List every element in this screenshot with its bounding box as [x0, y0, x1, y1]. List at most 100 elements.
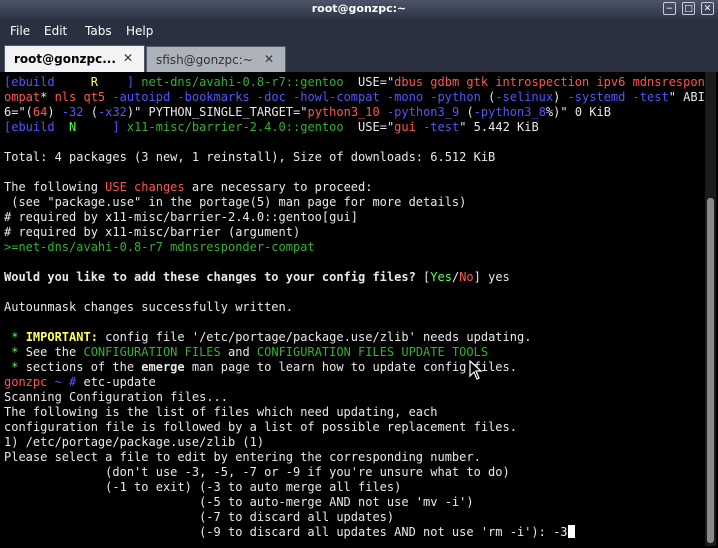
terminal-text: 1) /etc/portage/package.use/zlib (1): [4, 435, 265, 449]
terminal-text: See the: [25, 345, 84, 359]
terminal-text: The following: [4, 180, 106, 194]
terminal-text: python3_10: [307, 105, 380, 119]
terminal-line: # required by x11-misc/barrier-2.4.0::ge…: [4, 210, 705, 225]
terminal-text: man page to learn how to update config f…: [184, 360, 517, 374]
terminal-text: and: [220, 345, 257, 359]
terminal-text: -autoipd -bookmarks -doc -howl-compat -m…: [105, 90, 489, 104]
menu-bar: File Edit Tabs Help: [0, 19, 718, 43]
minimize-button[interactable]: −: [663, 2, 676, 15]
terminal-text: ompat: [4, 90, 41, 104]
terminal-text: ]: [76, 120, 127, 134]
terminal-text: # required by x11-misc/barrier-2.4.0::ge…: [4, 210, 359, 224]
tab-root-close-icon[interactable]: ✕: [123, 51, 133, 65]
terminal-text: (: [90, 105, 98, 119]
terminal-text: -python3_9: [379, 105, 467, 119]
terminal-line: >=net-dns/avahi-0.8-r7 mdnsresponder-com…: [4, 240, 705, 255]
terminal-text: ): [47, 105, 62, 119]
text-cursor: [567, 525, 575, 538]
terminal-output[interactable]: [ebuild R ] net-dns/avahi-0.8-r7::gentoo…: [2, 72, 705, 546]
terminal-text: # required by x11-misc/barrier (argument…: [4, 225, 301, 239]
terminal-text: " ABI_X8: [668, 90, 705, 104]
terminal-text: nls qt5: [54, 90, 106, 104]
terminal-line: (don't use -3, -5, -7 or -9 if you're un…: [4, 465, 705, 480]
terminal-line: The following is the list of files which…: [4, 405, 705, 420]
terminal-line: (-5 to auto-merge AND not use 'mv -i'): [4, 495, 705, 510]
terminal-text: emerge: [141, 360, 185, 374]
terminal-text: [ebuild: [4, 75, 91, 89]
tab-root[interactable]: root@gonzpc... ✕: [4, 45, 145, 72]
terminal-line: [ebuild R ] net-dns/avahi-0.8-r7::gentoo…: [4, 75, 705, 90]
terminal-text: gui: [394, 120, 416, 134]
terminal-line: 1) /etc/portage/package.use/zlib (1): [4, 435, 705, 450]
tab-bar: root@gonzpc... ✕ sfish@gonzpc:~ ✕: [0, 43, 718, 72]
terminal-text: *: [4, 345, 26, 359]
terminal-text: Please select a file to edit by entering…: [4, 450, 481, 464]
maximize-button[interactable]: □: [682, 2, 695, 15]
menu-file[interactable]: File: [10, 24, 30, 38]
terminal-line: gonzpc ~ # etc-update: [4, 375, 705, 390]
terminal-line: Please select a file to edit by entering…: [4, 450, 705, 465]
terminal-text: No: [459, 270, 474, 284]
terminal-line: configuration file is followed by a list…: [4, 420, 705, 435]
terminal-text: Yes: [430, 270, 452, 284]
terminal-text: (-5 to auto-merge AND not use 'mv -i'): [4, 495, 474, 509]
terminal-text: etc-update: [83, 375, 156, 389]
terminal-text: configuration file is followed by a list…: [4, 420, 517, 434]
terminal-text: " 5.442 KiB: [459, 120, 539, 134]
terminal-text: ): [553, 90, 568, 104]
terminal-text: IMPORTANT:: [25, 330, 98, 344]
terminal-line: (-7 to discard all updates): [4, 510, 705, 525]
title-bar[interactable]: root@gonzpc:~ − □ ✕: [0, 0, 718, 19]
scrollbar-thumb[interactable]: [707, 198, 714, 543]
terminal-text: -python3_8: [473, 105, 546, 119]
terminal-text: (see "package.use" in the portage(5) man…: [4, 195, 467, 209]
terminal-text: [ebuild: [4, 120, 70, 134]
terminal-text: (: [466, 105, 474, 119]
terminal-text: %)" 0 KiB: [545, 105, 611, 119]
terminal-text: USE=": [343, 120, 395, 134]
terminal-text: Autounmask changes successfully written.: [4, 300, 293, 314]
terminal-line: 6="(64) -32 (-x32)" PYTHON_SINGLE_TARGET…: [4, 105, 705, 120]
terminal-text: sections of the: [25, 360, 142, 374]
terminal-lines: [ebuild R ] net-dns/avahi-0.8-r7::gentoo…: [4, 75, 705, 540]
terminal-text: -systemd -test: [567, 90, 669, 104]
terminal-text: Total: 4 packages (3 new, 1 reinstall), …: [4, 150, 496, 164]
terminal-text: dbus gdbm gtk introspection ipv6 mdnsres…: [394, 75, 705, 89]
terminal-text: -test: [415, 120, 460, 134]
terminal-scrollbar[interactable]: [705, 72, 716, 546]
close-window-button[interactable]: ✕: [701, 2, 714, 15]
tab-sfish-close-icon[interactable]: ✕: [264, 52, 274, 66]
terminal-text: are necessary to proceed:: [184, 180, 373, 194]
terminal-text: )" PYTHON_SINGLE_TARGET=": [126, 105, 308, 119]
terminal-text: *: [4, 330, 26, 344]
terminal-line: * IMPORTANT: config file '/etc/portage/p…: [4, 330, 705, 345]
terminal-text: config file '/etc/portage/package.use/zl…: [97, 330, 532, 344]
menu-edit[interactable]: Edit: [44, 24, 67, 38]
tab-sfish[interactable]: sfish@gonzpc:~ ✕: [146, 46, 286, 72]
terminal-line: [ebuild N ] x11-misc/barrier-2.4.0::gent…: [4, 120, 705, 135]
terminal-text: *: [4, 360, 26, 374]
terminal-text: >=net-dns/avahi-0.8-r7 mdnsresponder-com…: [4, 240, 315, 254]
terminal-line: Would you like to add these changes to y…: [4, 270, 705, 285]
terminal-text: 6="(: [4, 105, 33, 119]
terminal-text: Would you like to add these changes to y…: [4, 270, 424, 284]
terminal-text: USE changes: [105, 180, 185, 194]
terminal-line: Total: 4 packages (3 new, 1 reinstall), …: [4, 150, 705, 165]
menu-tabs[interactable]: Tabs: [85, 24, 112, 38]
mouse-cursor-icon: [469, 360, 483, 380]
terminal-text: -selinux: [495, 90, 554, 104]
terminal-line: # required by x11-misc/barrier (argument…: [4, 225, 705, 240]
terminal-text: USE=": [343, 75, 395, 89]
tab-sfish-label: sfish@gonzpc:~: [156, 53, 253, 67]
terminal-text: 64: [32, 105, 48, 119]
terminal-text: (-9 to discard all updates AND not use '…: [4, 525, 568, 539]
menu-help[interactable]: Help: [126, 24, 153, 38]
terminal-line: (-1 to exit) (-3 to auto merge all files…: [4, 480, 705, 495]
terminal-line: Autounmask changes successfully written.: [4, 300, 705, 315]
terminal-line: (see "package.use" in the portage(5) man…: [4, 195, 705, 210]
tab-root-label: root@gonzpc...: [14, 52, 116, 66]
